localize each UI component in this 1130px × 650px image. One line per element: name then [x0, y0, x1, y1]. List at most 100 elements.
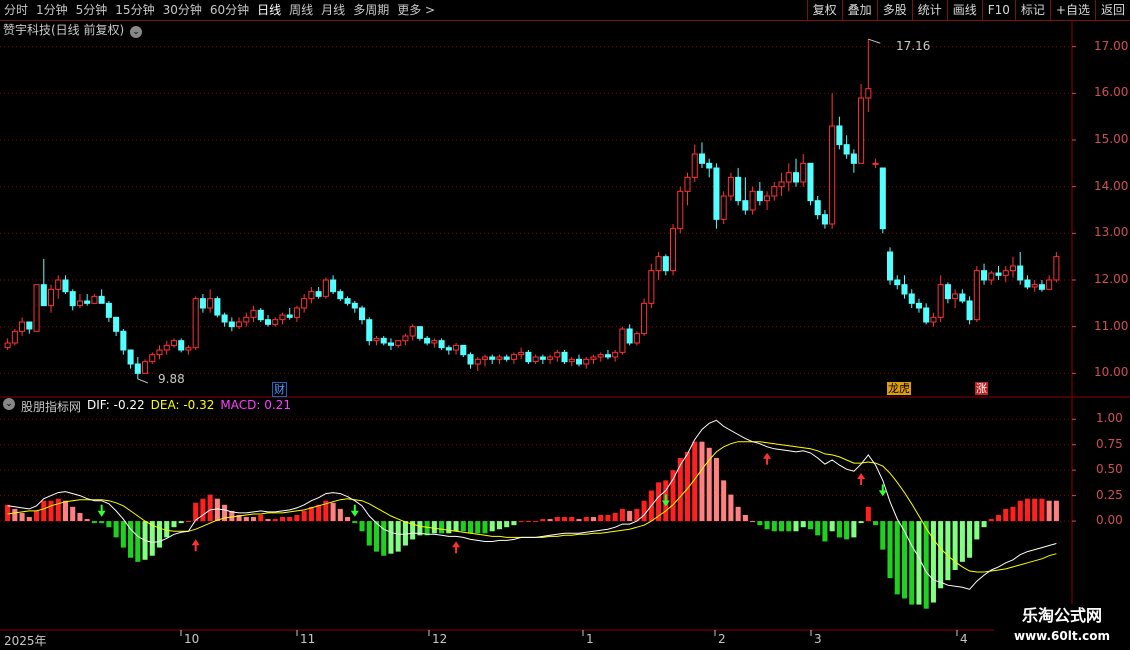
- macd-bar: [330, 502, 336, 522]
- macd-bar: [540, 519, 546, 522]
- low-pointer: [137, 378, 148, 384]
- macd-bar: [446, 521, 452, 534]
- candle-body: [481, 356, 489, 360]
- candle-body: [199, 298, 206, 309]
- candle-body: [55, 279, 62, 290]
- candle-body: [503, 356, 510, 360]
- candle-body: [735, 176, 742, 202]
- candle-body: [416, 326, 423, 339]
- collapse-icon[interactable]: ⌄: [3, 398, 15, 410]
- macd-bar: [345, 517, 351, 522]
- macd-bar: [750, 521, 756, 523]
- macd-bar: [793, 521, 799, 532]
- candle-body: [662, 256, 669, 272]
- limit-up-badge[interactable]: 涨: [975, 382, 988, 395]
- buy-arrow-icon: [857, 473, 866, 486]
- candle-body: [424, 337, 431, 344]
- candle-body: [619, 328, 626, 353]
- time-tick-label: 12: [432, 632, 448, 646]
- macd-bar: [41, 500, 47, 522]
- candle-body: [1046, 279, 1053, 290]
- macd-bar: [742, 514, 748, 522]
- candle-body: [886, 251, 894, 281]
- price-tick-label: 13.00: [1094, 225, 1129, 240]
- time-tick-label: 1: [586, 632, 594, 646]
- indicator-name[interactable]: 股朋指标网: [21, 398, 81, 415]
- candle-body: [604, 354, 611, 358]
- macd-bar: [287, 517, 293, 522]
- macd-bar: [619, 508, 625, 522]
- macd-bar: [511, 521, 517, 526]
- candle-body: [192, 298, 199, 349]
- candle-body: [547, 356, 554, 360]
- candle-body: [214, 298, 221, 316]
- candle-body: [243, 316, 250, 323]
- candle-body: [944, 284, 951, 300]
- macd-bar: [214, 498, 220, 522]
- candle-body: [836, 125, 843, 146]
- macd-bar: [525, 521, 531, 523]
- macd-bar: [822, 521, 828, 542]
- price-annotations: [137, 38, 881, 384]
- stock-title-text: 赞宇科技(日线 前复权): [3, 23, 125, 37]
- macd-bar: [590, 517, 597, 522]
- candle-body: [821, 214, 828, 225]
- candle-body: [395, 340, 402, 346]
- candle-body: [583, 358, 590, 365]
- macd-tick-label: 0.75: [1096, 436, 1123, 451]
- sell-arrow-icon: [350, 504, 359, 517]
- macd-tick-label: 1.00: [1096, 411, 1123, 426]
- macd-bar: [5, 504, 11, 522]
- candle-body: [120, 330, 127, 351]
- candle-body: [995, 272, 1002, 276]
- candle-body: [156, 349, 163, 356]
- macd-bar: [967, 521, 973, 558]
- macd-bar: [489, 521, 495, 532]
- macd-bar: [294, 514, 300, 522]
- candle-body: [800, 162, 807, 183]
- candle-body: [438, 340, 445, 349]
- candle-body: [163, 344, 170, 351]
- macd-bar: [1032, 498, 1038, 522]
- candle-body: [590, 356, 597, 360]
- macd-bar: [598, 514, 604, 522]
- candle-body: [1017, 265, 1024, 281]
- chevron-down-icon[interactable]: ⌄: [130, 26, 143, 38]
- candle-body: [40, 284, 47, 307]
- macd-bar: [467, 521, 474, 534]
- macd-bar: [699, 441, 705, 522]
- candle-body: [792, 172, 800, 183]
- candle-body: [134, 363, 141, 374]
- macd-bar: [873, 521, 879, 526]
- candle-body: [648, 270, 655, 304]
- macd-bar: [865, 506, 871, 522]
- macd-bar: [381, 521, 387, 556]
- time-tick-label: 4: [960, 632, 968, 646]
- macd-bar: [34, 510, 40, 522]
- price-tick-label: 11.00: [1094, 318, 1129, 333]
- macd-bar: [84, 519, 90, 522]
- finance-badge[interactable]: 财: [272, 382, 287, 397]
- macd-tick-label: 0.50: [1096, 462, 1123, 477]
- sell-arrow-icon: [97, 504, 106, 517]
- macd-bar: [366, 521, 372, 546]
- candle-body: [98, 295, 105, 304]
- macd-bar: [48, 500, 54, 522]
- candle-body: [959, 293, 966, 302]
- dragon-tiger-badge[interactable]: 龙虎: [887, 382, 911, 395]
- macd-bar: [901, 521, 908, 599]
- candle-body: [698, 153, 706, 164]
- macd-bar: [923, 521, 929, 609]
- candle-body: [76, 300, 83, 307]
- macd-bar: [641, 500, 647, 522]
- candle-body: [11, 330, 18, 344]
- macd-bar: [909, 521, 915, 605]
- macd-bar: [77, 512, 83, 522]
- candle-body: [865, 88, 872, 99]
- stock-title[interactable]: 赞宇科技(日线 前复权) ⌄: [3, 21, 143, 38]
- candle-body: [539, 356, 546, 360]
- candle-body: [91, 295, 98, 304]
- candle-body: [930, 316, 937, 323]
- candle-body: [69, 291, 76, 307]
- candle-body: [727, 176, 734, 197]
